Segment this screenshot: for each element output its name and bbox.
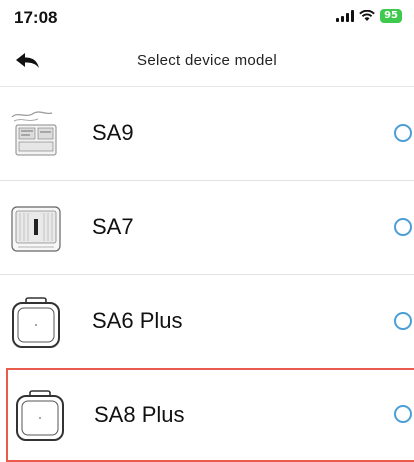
device-row-sa6-plus[interactable]: SA6 Plus: [0, 274, 414, 368]
device-radio[interactable]: [394, 124, 412, 142]
device-row-sa9[interactable]: SA9: [0, 86, 414, 180]
sa6-plus-device-thumbnail: [12, 297, 60, 348]
device-label: SA9: [92, 120, 134, 145]
status-bar: 17:08 95: [0, 0, 414, 40]
nav-bar: Select device model: [0, 40, 414, 84]
sa8-plus-device-thumbnail: [16, 390, 64, 441]
page-title: Select device model: [137, 52, 277, 69]
device-label: SA6 Plus: [92, 308, 183, 333]
sa9-device-thumbnail: [11, 111, 57, 156]
device-model-list: SA9 SA7 SA6 Plus SA8 Plus: [0, 86, 414, 462]
sa7-device-thumbnail: [11, 206, 61, 252]
device-row-sa8-plus[interactable]: SA8 Plus: [6, 368, 414, 462]
device-row-sa7[interactable]: SA7: [0, 180, 414, 274]
cellular-signal-icon: [336, 10, 355, 22]
device-label: SA8 Plus: [94, 402, 185, 427]
device-radio[interactable]: [394, 312, 412, 330]
device-label: SA7: [92, 214, 134, 239]
battery-icon: 95: [380, 9, 402, 23]
status-time: 17:08: [14, 8, 58, 27]
wifi-icon: [359, 10, 375, 21]
device-radio[interactable]: [394, 405, 412, 423]
status-icons: 95: [336, 9, 402, 23]
device-radio[interactable]: [394, 218, 412, 236]
